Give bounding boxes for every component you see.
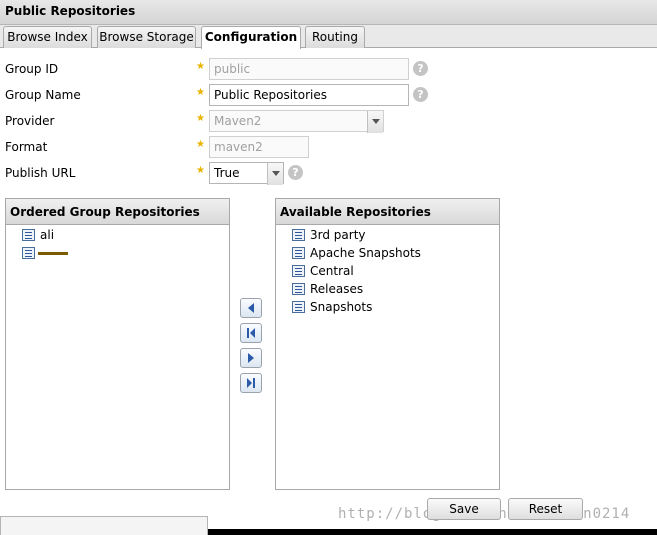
- group-name-row: Group Name ★ ?: [0, 84, 657, 108]
- available-repos-list[interactable]: 3rd party Apache Snapshots Central Relea…: [276, 225, 499, 316]
- tab-bar: Browse Index Browse Storage Configuratio…: [0, 25, 657, 49]
- arrow-first-icon: [247, 328, 255, 338]
- publish-url-label: Publish URL: [5, 166, 76, 180]
- arrow-left-icon: [248, 303, 254, 313]
- arrow-last-icon: [247, 378, 255, 388]
- list-item[interactable]: Releases: [276, 280, 499, 298]
- list-item-label: Apache Snapshots: [310, 246, 421, 260]
- repository-icon: [292, 301, 305, 313]
- required-star-icon: ★: [196, 165, 205, 176]
- ordered-group-title: Ordered Group Repositories: [6, 199, 229, 225]
- ordered-group-list[interactable]: ali: [6, 225, 229, 262]
- list-item-label: Snapshots: [310, 300, 373, 314]
- list-item-label: Central: [310, 264, 354, 278]
- available-repos-panel: Available Repositories 3rd party Apache …: [275, 198, 500, 490]
- move-all-left-button[interactable]: [240, 323, 262, 343]
- repository-icon: [292, 265, 305, 277]
- move-right-button[interactable]: [240, 348, 262, 368]
- provider-label: Provider: [5, 114, 55, 128]
- repository-icon: [22, 229, 35, 241]
- tab-browse-storage[interactable]: Browse Storage: [97, 26, 196, 48]
- redacted-bar: [38, 252, 68, 255]
- tab-browse-index[interactable]: Browse Index: [3, 26, 92, 48]
- bottom-bar: [208, 529, 657, 535]
- group-id-label: Group ID: [5, 62, 59, 76]
- help-icon[interactable]: ?: [413, 61, 428, 76]
- provider-value: Maven2: [214, 114, 262, 128]
- publish-url-value: True: [214, 166, 240, 180]
- ordered-group-panel: Ordered Group Repositories ali: [5, 198, 230, 490]
- window-title-bar: Public Repositories: [0, 0, 657, 25]
- repository-icon: [22, 247, 35, 259]
- required-star-icon: ★: [196, 139, 205, 150]
- format-label: Format: [5, 140, 48, 154]
- move-left-button[interactable]: [240, 298, 262, 318]
- help-icon[interactable]: ?: [288, 165, 303, 180]
- repository-icon: [292, 283, 305, 295]
- chevron-down-icon[interactable]: [267, 163, 283, 185]
- repository-icon: [292, 229, 305, 241]
- chevron-down-icon[interactable]: [367, 111, 383, 133]
- format-row: Format ★: [0, 136, 657, 160]
- publish-url-select[interactable]: True: [209, 162, 284, 185]
- list-item[interactable]: Apache Snapshots: [276, 244, 499, 262]
- list-item-label: Releases: [310, 282, 364, 296]
- provider-row: Provider ★ Maven2: [0, 110, 657, 134]
- list-item[interactable]: ali: [6, 226, 229, 244]
- tab-routing[interactable]: Routing: [305, 26, 365, 48]
- available-repos-title: Available Repositories: [276, 199, 499, 225]
- list-item[interactable]: Central: [276, 262, 499, 280]
- bottom-panel-tab: [0, 516, 208, 535]
- group-name-label: Group Name: [5, 88, 81, 102]
- group-name-field[interactable]: [209, 84, 409, 106]
- list-item[interactable]: 3rd party: [276, 226, 499, 244]
- arrow-right-icon: [248, 353, 254, 363]
- publish-url-row: Publish URL ★ True ?: [0, 162, 657, 186]
- group-id-field[interactable]: [209, 58, 409, 80]
- help-icon[interactable]: ?: [413, 87, 428, 102]
- required-star-icon: ★: [196, 87, 205, 98]
- format-field[interactable]: [209, 136, 309, 158]
- list-item-label: ali: [40, 228, 55, 242]
- list-item[interactable]: Snapshots: [276, 298, 499, 316]
- list-item[interactable]: [6, 244, 229, 262]
- tab-configuration[interactable]: Configuration: [201, 26, 301, 49]
- window-title: Public Repositories: [5, 4, 136, 18]
- required-star-icon: ★: [196, 61, 205, 72]
- save-button[interactable]: Save: [427, 498, 501, 520]
- group-id-row: Group ID ★ ?: [0, 58, 657, 82]
- required-star-icon: ★: [196, 113, 205, 124]
- reset-button[interactable]: Reset: [508, 498, 583, 520]
- move-all-right-button[interactable]: [240, 373, 262, 393]
- repository-icon: [292, 247, 305, 259]
- list-item-label: 3rd party: [310, 228, 366, 242]
- provider-select[interactable]: Maven2: [209, 110, 384, 133]
